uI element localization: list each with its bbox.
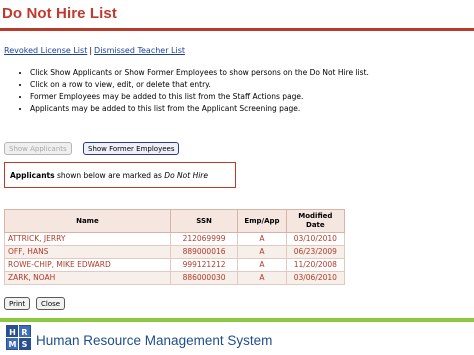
- page-title: Do Not Hire List: [2, 5, 117, 22]
- instruction-item: Former Employees may be added to this li…: [30, 92, 390, 103]
- close-button[interactable]: Close: [36, 297, 66, 310]
- revoked-license-list-link[interactable]: Revoked License List: [4, 46, 87, 55]
- instructions-list: Click Show Applicants or Show Former Emp…: [4, 68, 390, 116]
- notice-bold-text: Applicants: [10, 171, 55, 180]
- cell-modified-date: 11/20/2008: [285, 258, 346, 272]
- instruction-item: Click Show Applicants or Show Former Emp…: [30, 68, 390, 79]
- table-header-row: Name SSN Emp/App Modified Date: [4, 209, 346, 233]
- table-row[interactable]: ROWE-CHIP, MIKE EDWARD 999121212 A 11/20…: [4, 258, 346, 272]
- title-divider: [0, 28, 474, 31]
- cell-name: ATTRICK, JERRY: [4, 232, 171, 246]
- cell-name: OFF, HANS: [4, 245, 171, 259]
- table-row[interactable]: ZARK, NOAH 886000030 A 03/06/2010: [4, 271, 346, 285]
- instruction-item: Applicants may be added to this list fro…: [30, 104, 390, 115]
- cell-name: ROWE-CHIP, MIKE EDWARD: [4, 258, 171, 272]
- related-lists-links: Revoked License List | Dismissed Teacher L…: [4, 46, 185, 55]
- table-row[interactable]: ATTRICK, JERRY 212069999 A 03/10/2010: [4, 232, 346, 246]
- cell-ssn: 999121212: [169, 258, 239, 272]
- cell-ssn: 212069999: [169, 232, 239, 246]
- footer-divider: [0, 318, 474, 322]
- cell-ssn: 886000030: [169, 271, 239, 285]
- dismissed-teacher-list-link[interactable]: Dismissed Teacher List: [94, 46, 185, 55]
- column-header-name: Name: [4, 209, 171, 233]
- notice-text: shown below are marked as: [54, 171, 165, 180]
- cell-modified-date: 03/06/2010: [285, 271, 346, 285]
- cell-modified-date: 03/10/2010: [285, 232, 346, 246]
- logo-letter: M: [9, 340, 17, 349]
- cell-emp-app: A: [237, 232, 287, 246]
- column-header-ssn: SSN: [169, 209, 239, 233]
- list-filter-notice: Applicants shown below are marked as Do …: [4, 162, 236, 188]
- logo-letter: S: [22, 340, 28, 349]
- column-header-modified-date: Modified Date: [285, 209, 346, 233]
- cell-ssn: 889000016: [169, 245, 239, 259]
- table-row[interactable]: OFF, HANS 889000016 A 06/23/2009: [4, 245, 346, 259]
- cell-emp-app: A: [237, 258, 287, 272]
- cell-modified-date: 06/23/2009: [285, 245, 346, 259]
- show-applicants-button[interactable]: Show Applicants: [4, 142, 72, 155]
- cell-emp-app: A: [237, 245, 287, 259]
- show-former-employees-button[interactable]: Show Former Employees: [83, 142, 180, 155]
- hrms-logo-icon: H R M S: [6, 325, 31, 350]
- cell-name: ZARK, NOAH: [4, 271, 171, 285]
- system-name: Human Resource Management System: [36, 333, 273, 348]
- print-button[interactable]: Print: [4, 297, 31, 310]
- logo-letter: R: [21, 328, 27, 337]
- column-header-emp-app: Emp/App: [237, 209, 287, 233]
- instruction-item: Click on a row to view, edit, or delete …: [30, 80, 390, 91]
- cell-emp-app: A: [237, 271, 287, 285]
- notice-italic-text: Do Not Hire: [164, 171, 208, 180]
- logo-letter: H: [9, 328, 16, 337]
- do-not-hire-table: Name SSN Emp/App Modified Date ATTRICK, …: [4, 209, 346, 285]
